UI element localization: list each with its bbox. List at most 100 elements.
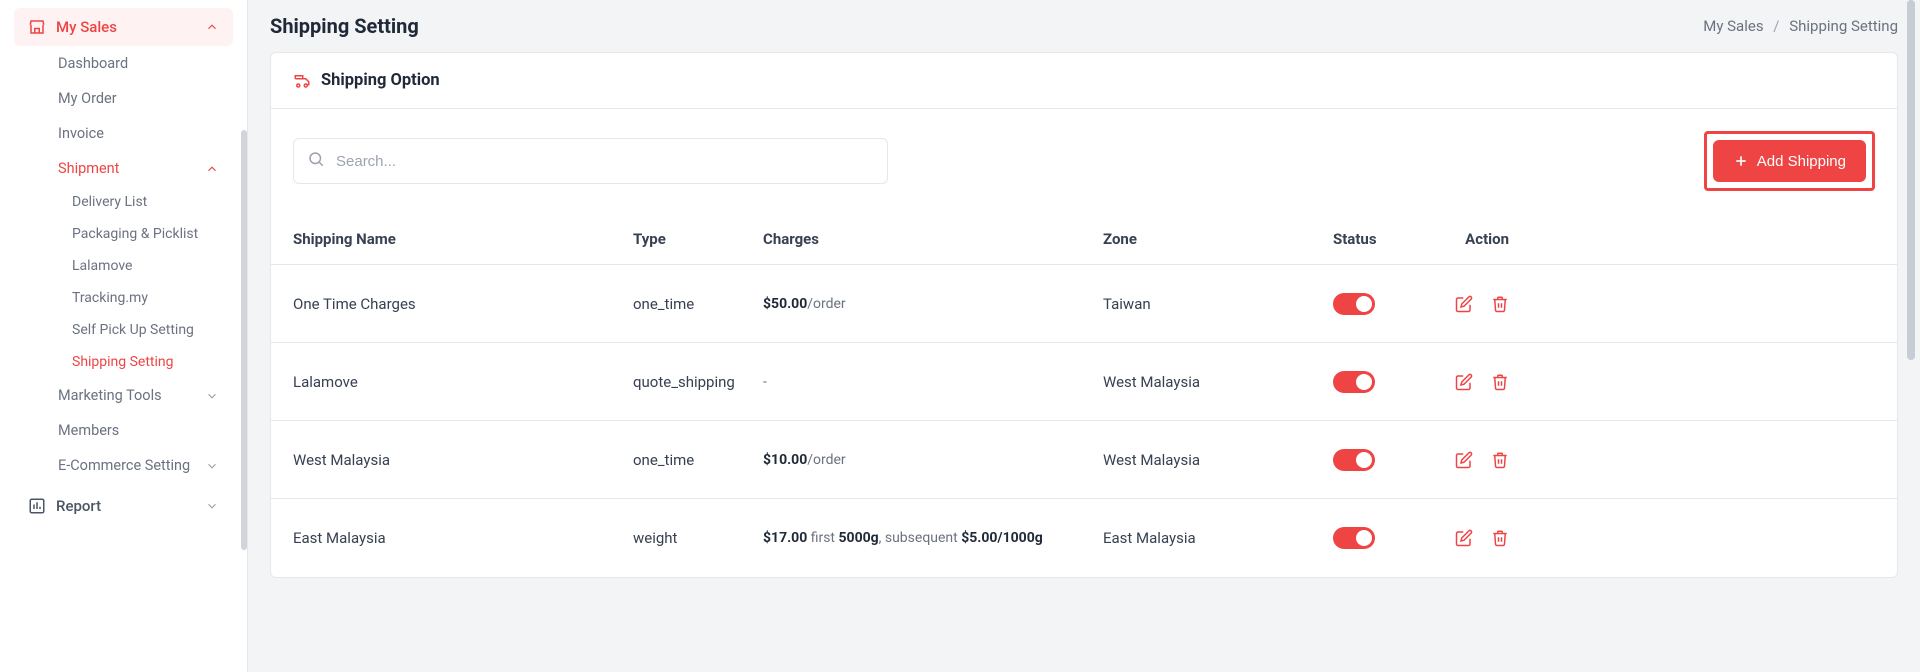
status-toggle[interactable] bbox=[1333, 371, 1375, 393]
shipping-option-card: Shipping Option Add Shipping bbox=[270, 52, 1898, 578]
cell-type: one_time bbox=[633, 295, 763, 313]
th-zone: Zone bbox=[1103, 230, 1333, 248]
sidebar-item-label: Marketing Tools bbox=[58, 387, 162, 404]
breadcrumb-root[interactable]: My Sales bbox=[1703, 17, 1763, 35]
edit-icon bbox=[1455, 529, 1473, 547]
search-icon bbox=[307, 150, 325, 172]
add-shipping-button[interactable]: Add Shipping bbox=[1713, 140, 1866, 182]
chevron-down-icon bbox=[205, 499, 219, 513]
cell-status bbox=[1333, 527, 1433, 549]
table-header-row: Shipping Name Type Charges Zone Status A… bbox=[271, 213, 1897, 265]
trash-icon bbox=[1491, 295, 1509, 313]
cell-zone: West Malaysia bbox=[1103, 451, 1333, 469]
cell-charges: $50.00/order bbox=[763, 296, 1103, 312]
card-title-text: Shipping Option bbox=[321, 71, 440, 90]
table-row: Lalamovequote_shipping-West Malaysia bbox=[271, 343, 1897, 421]
breadcrumb-separator: / bbox=[1773, 17, 1779, 35]
cell-actions bbox=[1433, 373, 1509, 391]
delete-button[interactable] bbox=[1491, 451, 1509, 469]
th-action: Action bbox=[1433, 230, 1509, 248]
sidebar-item-label: Delivery List bbox=[72, 194, 147, 210]
add-shipping-label: Add Shipping bbox=[1757, 153, 1846, 170]
cell-status bbox=[1333, 293, 1433, 315]
sidebar-item-dashboard[interactable]: Dashboard bbox=[48, 46, 233, 81]
sidebar-subitem-delivery-list[interactable]: Delivery List bbox=[66, 186, 233, 218]
breadcrumb: My Sales / Shipping Setting bbox=[1703, 17, 1898, 35]
store-icon bbox=[28, 18, 46, 36]
sidebar-group-report[interactable]: Report bbox=[14, 487, 233, 525]
cell-zone: Taiwan bbox=[1103, 295, 1333, 313]
edit-button[interactable] bbox=[1455, 451, 1473, 469]
trash-icon bbox=[1491, 451, 1509, 469]
breadcrumb-current: Shipping Setting bbox=[1789, 17, 1898, 35]
sidebar-subitem-packaging-picklist[interactable]: Packaging & Picklist bbox=[66, 218, 233, 250]
sidebar-item-label: Self Pick Up Setting bbox=[72, 322, 194, 338]
table-row: West Malaysiaone_time$10.00/orderWest Ma… bbox=[271, 421, 1897, 499]
edit-icon bbox=[1455, 295, 1473, 313]
edit-icon bbox=[1455, 373, 1473, 391]
edit-button[interactable] bbox=[1455, 295, 1473, 313]
cell-charges: - bbox=[763, 374, 1103, 390]
edit-icon bbox=[1455, 451, 1473, 469]
sidebar-item-my-order[interactable]: My Order bbox=[48, 81, 233, 116]
cell-shipping-name: East Malaysia bbox=[293, 529, 633, 547]
sidebar-item-label: Dashboard bbox=[58, 55, 128, 72]
cell-type: weight bbox=[633, 529, 763, 547]
cell-shipping-name: One Time Charges bbox=[293, 295, 633, 313]
edit-button[interactable] bbox=[1455, 529, 1473, 547]
cell-shipping-name: West Malaysia bbox=[293, 451, 633, 469]
sidebar-subitem-tracking-my[interactable]: Tracking.my bbox=[66, 282, 233, 314]
chevron-up-icon bbox=[205, 162, 219, 176]
cell-charges: $10.00/order bbox=[763, 452, 1103, 468]
trash-icon bbox=[1491, 529, 1509, 547]
cell-zone: East Malaysia bbox=[1103, 529, 1333, 547]
th-charges: Charges bbox=[763, 230, 1103, 248]
cell-status bbox=[1333, 371, 1433, 393]
table-row: East Malaysiaweight$17.00 first 5000g, s… bbox=[271, 499, 1897, 577]
search-input[interactable] bbox=[293, 138, 888, 184]
sidebar: My Sales Dashboard My Order Invoice bbox=[0, 0, 248, 672]
edit-button[interactable] bbox=[1455, 373, 1473, 391]
sidebar-item-ecommerce-setting[interactable]: E-Commerce Setting bbox=[48, 448, 233, 483]
sidebar-item-label: Shipment bbox=[58, 160, 119, 177]
chevron-down-icon bbox=[205, 459, 219, 473]
sidebar-item-label: Packaging & Picklist bbox=[72, 226, 198, 242]
sidebar-item-label: My Order bbox=[58, 90, 117, 107]
sidebar-group-my-sales[interactable]: My Sales bbox=[14, 8, 233, 46]
status-toggle[interactable] bbox=[1333, 449, 1375, 471]
page-scrollbar[interactable] bbox=[1904, 0, 1918, 672]
cell-zone: West Malaysia bbox=[1103, 373, 1333, 391]
table-row: One Time Chargesone_time$50.00/orderTaiw… bbox=[271, 265, 1897, 343]
sidebar-item-label: Members bbox=[58, 422, 119, 439]
delete-button[interactable] bbox=[1491, 295, 1509, 313]
sidebar-subitem-self-pickup-setting[interactable]: Self Pick Up Setting bbox=[66, 314, 233, 346]
th-type: Type bbox=[633, 230, 763, 248]
sidebar-group-label: My Sales bbox=[56, 18, 117, 36]
bar-chart-icon bbox=[28, 497, 46, 515]
delete-button[interactable] bbox=[1491, 529, 1509, 547]
cell-actions bbox=[1433, 295, 1509, 313]
sidebar-item-label: Invoice bbox=[58, 125, 104, 142]
cell-status bbox=[1333, 449, 1433, 471]
cell-shipping-name: Lalamove bbox=[293, 373, 633, 391]
chevron-up-icon bbox=[205, 20, 219, 34]
th-shipping-name: Shipping Name bbox=[293, 230, 633, 248]
sidebar-item-label: Tracking.my bbox=[72, 290, 148, 306]
shipping-table: Shipping Name Type Charges Zone Status A… bbox=[271, 213, 1897, 577]
sidebar-subitem-lalamove[interactable]: Lalamove bbox=[66, 250, 233, 282]
sidebar-subgroup-shipment[interactable]: Shipment bbox=[48, 151, 233, 186]
cell-type: one_time bbox=[633, 451, 763, 469]
sidebar-item-label: Shipping Setting bbox=[72, 354, 174, 370]
delete-button[interactable] bbox=[1491, 373, 1509, 391]
sidebar-item-members[interactable]: Members bbox=[48, 413, 233, 448]
status-toggle[interactable] bbox=[1333, 527, 1375, 549]
th-status: Status bbox=[1333, 230, 1433, 248]
sidebar-subitem-shipping-setting[interactable]: Shipping Setting bbox=[66, 346, 233, 378]
trash-icon bbox=[1491, 373, 1509, 391]
sidebar-item-invoice[interactable]: Invoice bbox=[48, 116, 233, 151]
sidebar-item-label: Lalamove bbox=[72, 258, 132, 274]
sidebar-item-marketing-tools[interactable]: Marketing Tools bbox=[48, 378, 233, 413]
chevron-down-icon bbox=[205, 389, 219, 403]
status-toggle[interactable] bbox=[1333, 293, 1375, 315]
plus-icon bbox=[1733, 153, 1749, 169]
